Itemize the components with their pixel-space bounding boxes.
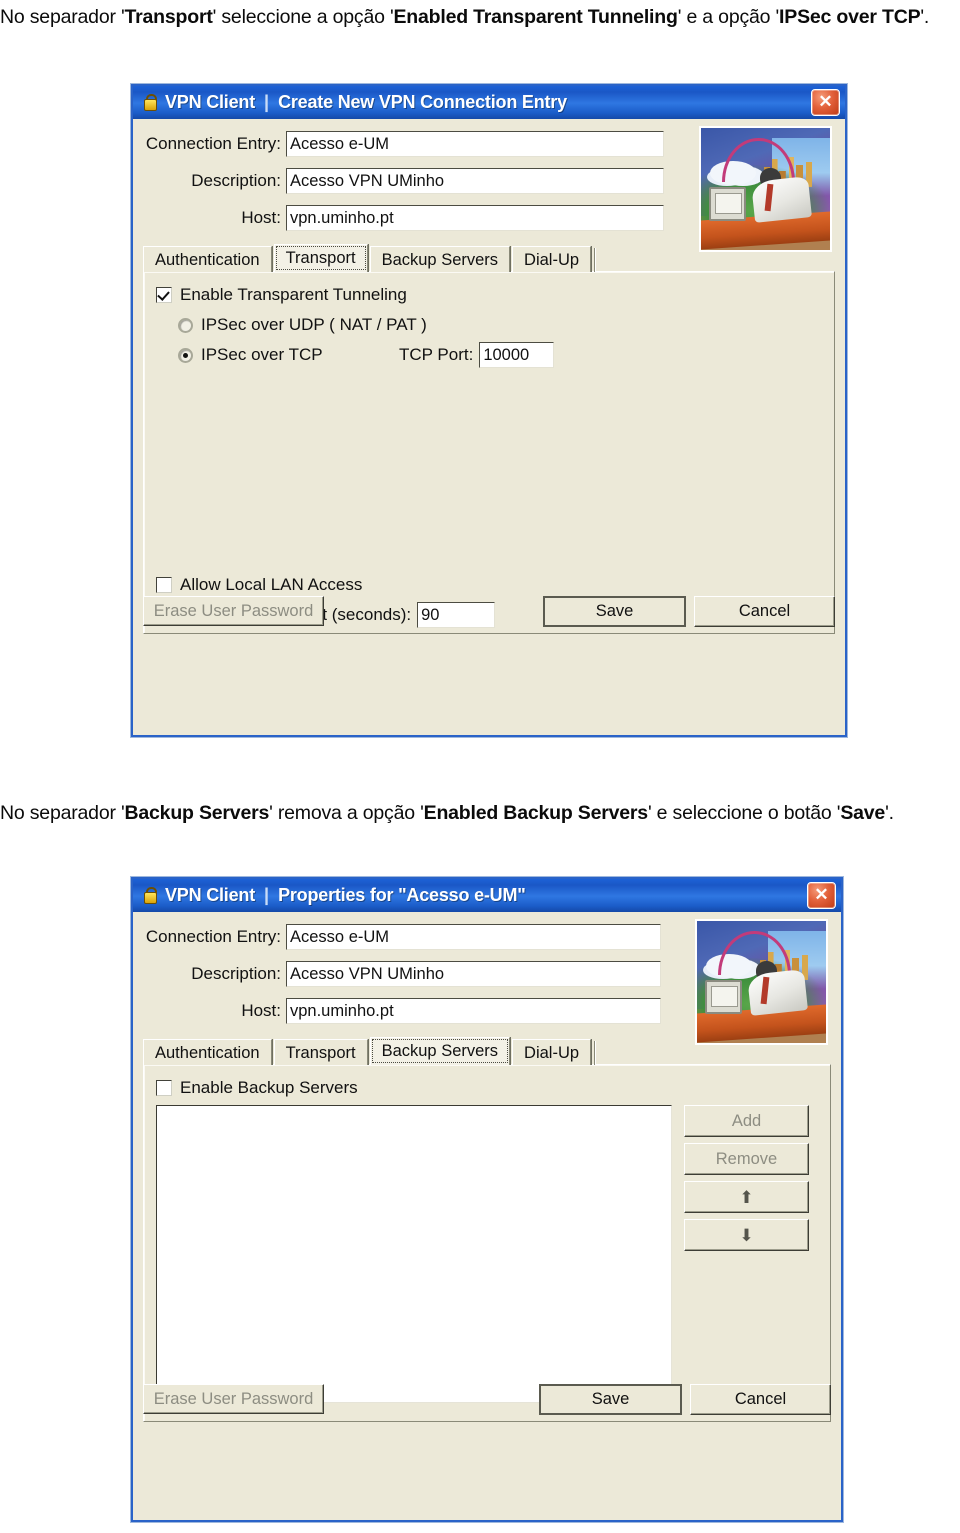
enable-backup-servers-checkbox[interactable] xyxy=(156,1080,172,1096)
instruction-2-text-part-4: '. xyxy=(885,802,894,824)
vpn-illustration-image xyxy=(699,126,832,252)
host-label: Host: xyxy=(241,1001,281,1020)
dialog-1-title-separator: | xyxy=(264,92,270,112)
ipsec-over-udp-radio[interactable] xyxy=(178,317,193,333)
ipsec-over-udp-row[interactable]: IPSec over UDP ( NAT / PAT ) xyxy=(178,312,822,338)
dialog-2-body: Connection Entry: Acesso e-UM Descriptio… xyxy=(133,912,841,1422)
host-input[interactable]: vpn.uminho.pt xyxy=(286,998,661,1024)
instruction-1-text-part-4: '. xyxy=(920,6,930,28)
close-icon[interactable]: ✕ xyxy=(811,89,840,116)
ipsec-over-udp-label: IPSec over UDP ( NAT / PAT ) xyxy=(201,315,427,334)
dialog-1-body: Connection Entry: Acesso e-UM Descriptio… xyxy=(133,119,845,634)
ipsec-over-tcp-radio[interactable] xyxy=(178,347,193,363)
tab-backup-servers[interactable]: Backup Servers xyxy=(369,246,511,272)
instruction-2-text-part-2: ' remova a opção ' xyxy=(269,802,424,824)
dialog-1-form-area: Connection Entry: Acesso e-UM Descriptio… xyxy=(133,119,845,252)
close-icon[interactable]: ✕ xyxy=(807,882,836,909)
dialog-1-tab-area: Authentication Transport Backup Servers … xyxy=(143,244,835,634)
instruction-2-text-part-1: No separador ' xyxy=(0,802,125,824)
save-button[interactable]: Save xyxy=(539,1383,682,1415)
tab-authentication[interactable]: Authentication xyxy=(143,246,272,272)
move-up-button[interactable]: ⬆ xyxy=(684,1181,809,1213)
padlock-icon xyxy=(141,94,158,111)
instruction-1-text-part-1: No separador ' xyxy=(0,6,125,28)
add-button[interactable]: Add xyxy=(684,1105,809,1137)
ipsec-over-tcp-label: IPSec over TCP xyxy=(201,345,323,364)
instruction-1-bold-tunneling: Enabled Transparent Tunneling xyxy=(393,6,678,28)
tab-transport[interactable]: Transport xyxy=(273,1039,368,1065)
move-down-button[interactable]: ⬇ xyxy=(684,1219,809,1251)
vpn-client-properties-dialog: VPN Client | Properties for "Acesso e-UM… xyxy=(131,877,843,1522)
arrow-up-icon: ⬆ xyxy=(739,1187,754,1207)
erase-user-password-button[interactable]: Erase User Password xyxy=(143,596,324,626)
dialog-2-tabstrip: Authentication Transport Backup Servers … xyxy=(143,1037,831,1065)
dialog-2-form-area: Connection Entry: Acesso e-UM Descriptio… xyxy=(133,912,841,1045)
tab-authentication[interactable]: Authentication xyxy=(143,1039,272,1065)
dialog-2-close-glyph: ✕ xyxy=(814,885,829,904)
backup-servers-content: Add Remove ⬆ ⬇ xyxy=(156,1105,818,1403)
padlock-icon xyxy=(141,887,158,904)
dialog-2-app-name: VPN Client xyxy=(165,885,256,905)
vpn-illustration-image xyxy=(695,919,828,1045)
dialog-2-titlebar[interactable]: VPN Client | Properties for "Acesso e-UM… xyxy=(133,879,841,912)
connection-entry-input[interactable]: Acesso e-UM xyxy=(286,131,664,157)
connection-entry-label: Connection Entry: xyxy=(145,134,281,153)
enable-transparent-tunneling-label: Enable Transparent Tunneling xyxy=(180,285,407,304)
dialog-1-tabstrip: Authentication Transport Backup Servers … xyxy=(143,244,835,272)
instruction-2-bold-backup-servers: Backup Servers xyxy=(124,802,270,824)
backup-servers-button-column: Add Remove ⬆ ⬇ xyxy=(684,1105,809,1251)
enable-transparent-tunneling-checkbox[interactable] xyxy=(156,287,172,303)
cancel-button[interactable]: Cancel xyxy=(690,1383,831,1415)
instruction-1-bold-ipsec-tcp: IPSec over TCP xyxy=(779,6,921,28)
tab-transport[interactable]: Transport xyxy=(273,244,368,272)
tabstrip-end-divider xyxy=(594,1041,596,1065)
instruction-1-text-part-2: ' seleccione a opção ' xyxy=(212,6,394,28)
dialog-2-footer: Erase User Password Save Cancel xyxy=(133,1376,841,1422)
dialog-1-title: Create New VPN Connection Entry xyxy=(278,92,567,112)
instruction-paragraph-1: No separador 'Transport' seleccione a op… xyxy=(0,4,960,30)
instruction-1-text-part-3: ' e a opção ' xyxy=(677,6,780,28)
description-label: Description: xyxy=(191,171,281,190)
transport-tab-panel: Enable Transparent Tunneling IPSec over … xyxy=(143,271,835,634)
instruction-2-bold-enabled-backup: Enabled Backup Servers xyxy=(423,802,648,824)
backup-servers-listbox[interactable] xyxy=(156,1105,672,1403)
ipsec-over-tcp-row[interactable]: IPSec over TCP TCP Port: 10000 xyxy=(178,342,822,368)
save-button[interactable]: Save xyxy=(543,595,686,627)
dialog-1-app-name: VPN Client xyxy=(165,92,256,112)
enable-backup-servers-row[interactable]: Enable Backup Servers xyxy=(156,1075,818,1101)
instruction-2-text-part-3: ' e seleccione o botão ' xyxy=(647,802,841,824)
description-input[interactable]: Acesso VPN UMinho xyxy=(286,168,664,194)
instruction-2-bold-save: Save xyxy=(840,802,886,824)
tab-backup-servers[interactable]: Backup Servers xyxy=(369,1037,511,1065)
host-input[interactable]: vpn.uminho.pt xyxy=(286,205,664,231)
enable-transparent-tunneling-row[interactable]: Enable Transparent Tunneling xyxy=(156,282,822,308)
tab-dial-up[interactable]: Dial-Up xyxy=(512,246,592,272)
description-label: Description: xyxy=(191,964,281,983)
remove-button[interactable]: Remove xyxy=(684,1143,809,1175)
erase-user-password-button[interactable]: Erase User Password xyxy=(143,1384,324,1414)
tcp-port-label: TCP Port: xyxy=(399,345,474,364)
arrow-down-icon: ⬇ xyxy=(739,1225,754,1245)
backup-servers-tab-panel: Enable Backup Servers Add Remove ⬆ ⬇ xyxy=(143,1064,831,1422)
tab-dial-up[interactable]: Dial-Up xyxy=(512,1039,592,1065)
instruction-paragraph-2: No separador 'Backup Servers' remova a o… xyxy=(0,800,960,826)
vpn-client-create-entry-dialog: VPN Client | Create New VPN Connection E… xyxy=(131,84,847,737)
tcp-port-input[interactable]: 10000 xyxy=(479,342,555,368)
dialog-1-footer: Erase User Password Save Cancel xyxy=(133,588,845,634)
host-label: Host: xyxy=(241,208,281,227)
dialog-2-title: Properties for "Acesso e-UM" xyxy=(278,885,526,905)
description-input[interactable]: Acesso VPN UMinho xyxy=(286,961,661,987)
dialog-2-tab-area: Authentication Transport Backup Servers … xyxy=(143,1037,831,1422)
connection-entry-label: Connection Entry: xyxy=(145,927,281,946)
dialog-1-titlebar[interactable]: VPN Client | Create New VPN Connection E… xyxy=(133,86,845,119)
connection-entry-input[interactable]: Acesso e-UM xyxy=(286,924,661,950)
tabstrip-end-divider xyxy=(594,248,596,272)
dialog-1-close-glyph: ✕ xyxy=(818,92,833,111)
enable-backup-servers-label: Enable Backup Servers xyxy=(180,1078,358,1097)
instruction-1-bold-transport: Transport xyxy=(124,6,213,28)
cancel-button[interactable]: Cancel xyxy=(694,595,835,627)
dialog-2-title-separator: | xyxy=(264,885,270,905)
